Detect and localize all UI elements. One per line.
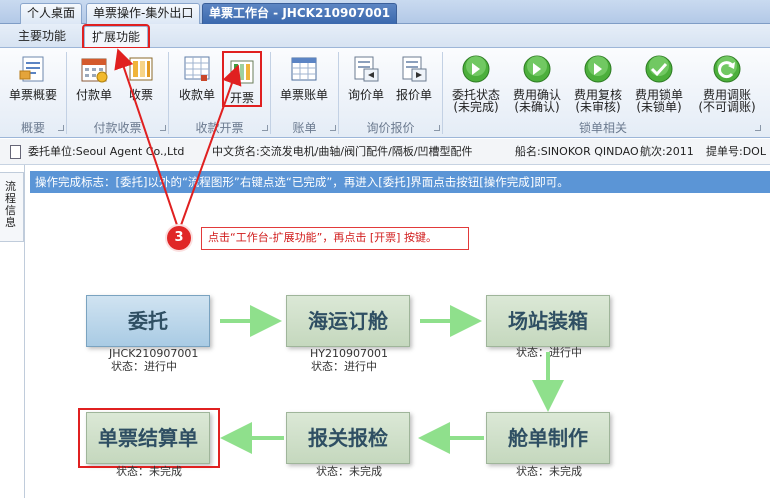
- ocean-booking-status: 状态：进行中: [311, 360, 377, 373]
- manifest-status: 状态：未完成: [516, 465, 582, 478]
- issue-invoice-icon: [230, 60, 254, 84]
- fee-adjust-button[interactable]: 费用调账 (不可调账): [694, 50, 760, 116]
- group-launcher-icon[interactable]: [434, 125, 440, 131]
- flow-node-yard-loading[interactable]: 场站装箱: [486, 295, 610, 347]
- ticket-bill-button[interactable]: 单票账单: [276, 50, 332, 116]
- flow-node-ocean-booking[interactable]: 海运订舱: [286, 295, 410, 347]
- inquiry-button[interactable]: 询价单: [344, 50, 388, 116]
- commission-status: 状态：进行中: [111, 360, 177, 373]
- vessel-field: 船名:SINOKOR QINDAO: [515, 145, 639, 158]
- settlement-status: 状态：未完成: [116, 465, 182, 478]
- group-label-bill: 账单: [271, 120, 338, 136]
- flow-node-manifest[interactable]: 舱单制作: [486, 412, 610, 464]
- green-arrow-icon: [584, 55, 612, 83]
- quotation-arrow-right-icon: [402, 56, 427, 82]
- group-launcher-icon[interactable]: [160, 125, 166, 131]
- goods-field: 中文货名:交流发电机/曲轴/阀门配件/隔板/凹槽型配件: [212, 145, 473, 158]
- fee-review-button[interactable]: 费用复核 (未审核): [569, 50, 627, 116]
- bill-table-icon: [291, 57, 317, 81]
- group-label-payment: 付款收票: [67, 120, 168, 136]
- panel-divider: [24, 165, 25, 498]
- completion-notice: 操作完成标志：[委托]以外的“流程图形”右键点选“已完成”，再进入[委托]界面点…: [30, 171, 770, 193]
- group-launcher-icon[interactable]: [330, 125, 336, 131]
- yard-loading-status: 状态：进行中: [516, 346, 582, 359]
- ribbon-tab-strip: 主要功能 扩展功能: [0, 24, 770, 49]
- group-label-summary: 概要: [0, 120, 66, 136]
- green-refresh-icon: [713, 55, 741, 83]
- ribbon-tab-extended[interactable]: 扩展功能: [82, 24, 150, 49]
- commission-id: JHCK210907001: [109, 347, 199, 360]
- group-label-receipt: 收款开票: [169, 120, 270, 136]
- ocean-booking-id: HY210907001: [310, 347, 388, 360]
- fee-lock-button[interactable]: 费用锁单 (未锁单): [630, 50, 688, 116]
- green-arrow-icon: [462, 55, 490, 83]
- shipment-info-bar: 委托单位:Seoul Agent Co.,Ltd 中文货名:交流发电机/曲轴/阀…: [0, 139, 770, 165]
- invoice-receive-icon: [129, 57, 153, 81]
- instruction-callout: 点击“工作台-扩展功能”，再点击 [开票] 按键。: [201, 227, 469, 250]
- tab-personal-desktop[interactable]: 个人桌面: [20, 3, 83, 24]
- receive-invoice-button[interactable]: 收票: [120, 50, 162, 116]
- settlement-highlight-box: [78, 408, 220, 468]
- summary-doc-icon: [19, 56, 44, 82]
- tab-workbench[interactable]: 单票工作台 - JHCK210907001: [202, 3, 398, 24]
- quotation-button[interactable]: 报价单: [392, 50, 436, 116]
- group-launcher-icon[interactable]: [58, 125, 64, 131]
- commission-status-button[interactable]: 委托状态 (未完成): [447, 50, 505, 116]
- voyage-field: 航次:2011: [640, 145, 694, 158]
- ribbon-tab-main[interactable]: 主要功能: [14, 26, 70, 47]
- green-arrow-icon: [523, 55, 551, 83]
- calendar-payment-icon: [81, 58, 108, 83]
- receipt-grid-icon: [184, 56, 210, 81]
- document-tab-strip: 个人桌面 单票操作-集外出口 单票工作台 - JHCK210907001: [0, 0, 770, 24]
- customs-status: 状态：未完成: [316, 465, 382, 478]
- group-label-lock: 锁单相关: [443, 120, 763, 136]
- ticket-summary-button[interactable]: 单票概要: [6, 50, 60, 116]
- step-number-badge: 3: [167, 226, 191, 250]
- green-check-icon: [645, 55, 673, 83]
- group-launcher-icon[interactable]: [262, 125, 268, 131]
- ribbon-toolbar: 单票概要 付款单 收票 收款单 开票 单票账单 询价单 报价单 委托状态 (未完…: [0, 48, 770, 138]
- flow-node-commission[interactable]: 委托: [86, 295, 210, 347]
- payment-order-button[interactable]: 付款单: [72, 50, 116, 116]
- flow-node-customs[interactable]: 报关报检: [286, 412, 410, 464]
- issue-invoice-button[interactable]: 开票: [222, 51, 262, 107]
- group-label-quote: 询价报价: [339, 120, 442, 136]
- tab-single-ticket-export[interactable]: 单票操作-集外出口: [86, 3, 201, 24]
- fee-confirm-button[interactable]: 费用确认 (未确认): [508, 50, 566, 116]
- inquiry-arrow-left-icon: [354, 56, 379, 82]
- side-tab-flow-info[interactable]: 流程信息: [0, 172, 24, 242]
- group-launcher-icon[interactable]: [755, 125, 761, 131]
- client-field: 委托单位:Seoul Agent Co.,Ltd: [28, 145, 185, 158]
- document-icon: [10, 145, 21, 159]
- bl-number-field: 提单号:DOL: [706, 145, 766, 158]
- receipt-order-button[interactable]: 收款单: [174, 50, 220, 116]
